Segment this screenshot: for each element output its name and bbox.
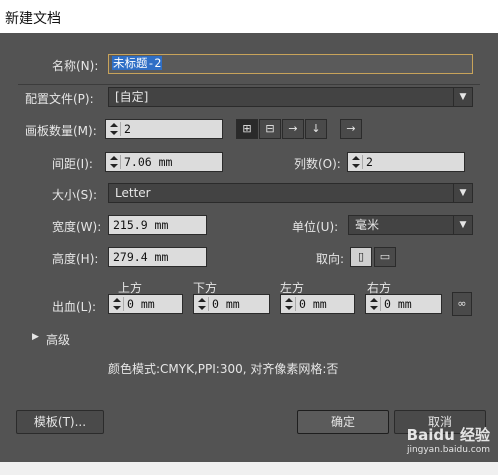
- artboards-count-value: 2: [124, 122, 131, 136]
- advanced-toggle[interactable]: 高级: [46, 331, 70, 348]
- taskbar-strip: [0, 462, 498, 475]
- bleed-bottom-value: 0 mm: [212, 297, 240, 311]
- name-input[interactable]: 未标题-2: [108, 54, 473, 74]
- divider: [18, 84, 480, 85]
- size-value: Letter: [115, 186, 151, 200]
- columns-label: 列数(O):: [294, 157, 341, 171]
- ok-button[interactable]: 确定: [297, 410, 389, 434]
- name-label: 名称(N):: [52, 59, 99, 73]
- spinner-icon[interactable]: [108, 122, 121, 136]
- bleed-label: 出血(L):: [52, 300, 97, 314]
- right-to-left-arrow-icon[interactable]: →: [340, 119, 362, 139]
- bleed-top-stepper[interactable]: 0 mm: [108, 294, 183, 314]
- units-dropdown[interactable]: 毫米 ▼: [348, 215, 473, 235]
- spinner-icon[interactable]: [368, 297, 381, 311]
- triangle-right-icon[interactable]: ▶: [32, 332, 39, 342]
- artboards-count-label: 画板数量(M):: [25, 124, 97, 138]
- spacing-stepper[interactable]: 7.06 mm: [105, 152, 223, 172]
- chevron-down-icon: ▼: [453, 184, 472, 202]
- units-label: 单位(U):: [292, 220, 339, 234]
- height-input[interactable]: 279.4 mm: [108, 247, 207, 267]
- baidu-watermark: Baidu 经验 jingyan.baidu.com: [407, 424, 490, 455]
- size-dropdown[interactable]: Letter ▼: [108, 183, 473, 203]
- profile-value: [自定]: [115, 90, 149, 104]
- units-value: 毫米: [355, 218, 380, 232]
- portrait-icon[interactable]: ▯: [350, 247, 372, 267]
- link-icon[interactable]: ∞: [452, 292, 472, 316]
- window-title: 新建文档: [0, 0, 498, 33]
- profile-label: 配置文件(P):: [25, 92, 94, 106]
- columns-stepper[interactable]: 2: [347, 152, 465, 172]
- grid-by-row-icon[interactable]: ⊞: [236, 119, 258, 139]
- landscape-icon[interactable]: ▭: [374, 247, 396, 267]
- arrange-by-row-icon[interactable]: →: [282, 119, 304, 139]
- width-label: 宽度(W):: [52, 220, 102, 234]
- size-label: 大小(S):: [52, 188, 98, 202]
- spinner-icon[interactable]: [111, 297, 124, 311]
- height-label: 高度(H):: [52, 252, 99, 266]
- spinner-icon[interactable]: [350, 155, 363, 169]
- templates-button[interactable]: 模板(T)...: [16, 410, 104, 434]
- bleed-left-stepper[interactable]: 0 mm: [280, 294, 355, 314]
- bleed-top-value: 0 mm: [127, 297, 155, 311]
- watermark-url: jingyan.baidu.com: [406, 445, 490, 455]
- chevron-down-icon: ▼: [453, 216, 472, 234]
- grid-by-column-icon[interactable]: ⊟: [259, 119, 281, 139]
- artboards-count-stepper[interactable]: 2: [105, 119, 223, 139]
- spacing-value: 7.06 mm: [124, 155, 173, 169]
- orientation-label: 取向:: [316, 252, 345, 266]
- bleed-right-value: 0 mm: [384, 297, 412, 311]
- bleed-bottom-stepper[interactable]: 0 mm: [193, 294, 270, 314]
- document-info: 颜色模式:CMYK,PPI:300, 对齐像素网格:否: [108, 362, 339, 376]
- bleed-right-stepper[interactable]: 0 mm: [365, 294, 442, 314]
- bleed-left-value: 0 mm: [299, 297, 327, 311]
- spinner-icon[interactable]: [108, 155, 121, 169]
- chevron-down-icon: ▼: [453, 88, 472, 106]
- arrange-by-column-icon[interactable]: ↓: [305, 119, 327, 139]
- spacing-label: 间距(I):: [52, 157, 93, 171]
- columns-value: 2: [366, 155, 373, 169]
- width-input[interactable]: 215.9 mm: [108, 215, 207, 235]
- spinner-icon[interactable]: [283, 297, 296, 311]
- watermark-brand: Baidu 经验: [406, 426, 490, 444]
- profile-dropdown[interactable]: [自定] ▼: [108, 87, 473, 107]
- name-input-value: 未标题-2: [112, 56, 163, 70]
- spinner-icon[interactable]: [196, 297, 209, 311]
